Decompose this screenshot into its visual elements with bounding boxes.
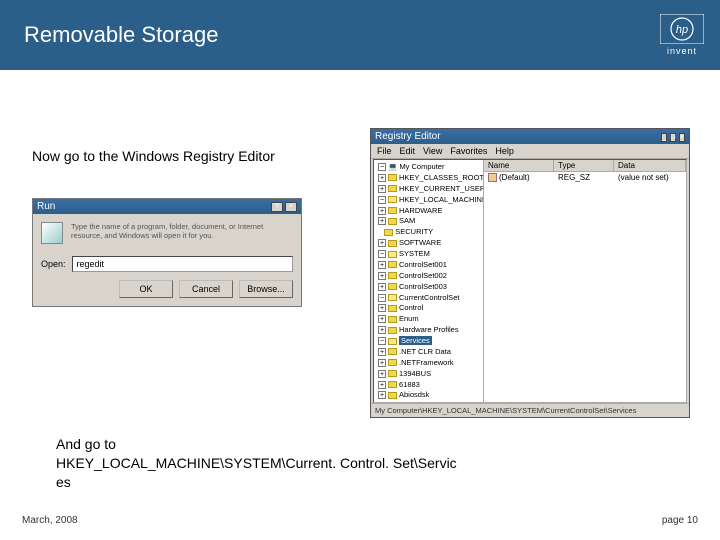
string-value-icon: [488, 173, 497, 182]
col-name[interactable]: Name: [484, 160, 554, 171]
menu-view[interactable]: View: [423, 146, 442, 156]
run-titlebar: Run ? ×: [33, 199, 301, 214]
browse-button[interactable]: Browse...: [239, 280, 293, 298]
ok-button[interactable]: OK: [119, 280, 173, 298]
open-label: Open:: [41, 259, 66, 269]
footer-date: March, 2008: [22, 515, 78, 526]
path-instruction: And go to HKEY_LOCAL_MACHINE\SYSTEM\Curr…: [56, 435, 457, 492]
maximize-button[interactable]: □: [670, 133, 676, 142]
run-description: Type the name of a program, folder, docu…: [71, 222, 293, 244]
run-dialog: Run ? × Type the name of a program, fold…: [32, 198, 302, 307]
col-type[interactable]: Type: [554, 160, 614, 171]
slide-header: Removable Storage hp invent: [0, 0, 720, 70]
list-header: Name Type Data: [484, 160, 686, 172]
registry-editor-window: Registry Editor _ □ × File Edit View Fav…: [370, 128, 690, 418]
hp-logo-icon: hp: [660, 14, 704, 44]
run-icon: [41, 222, 63, 244]
open-input[interactable]: regedit: [72, 256, 293, 272]
close-button[interactable]: ×: [679, 133, 685, 142]
registry-menubar: File Edit View Favorites Help: [371, 144, 689, 159]
help-button[interactable]: ?: [271, 202, 283, 212]
menu-help[interactable]: Help: [495, 146, 514, 156]
list-row[interactable]: (Default) REG_SZ (value not set): [484, 172, 686, 183]
hp-logo: hp invent: [660, 14, 704, 56]
registry-statusbar: My Computer\HKEY_LOCAL_MACHINE\SYSTEM\Cu…: [371, 403, 689, 417]
menu-file[interactable]: File: [377, 146, 392, 156]
close-button[interactable]: ×: [285, 202, 297, 212]
hp-invent-label: invent: [667, 46, 697, 56]
svg-text:hp: hp: [676, 24, 688, 36]
intro-text: Now go to the Windows Registry Editor: [32, 148, 275, 164]
menu-favorites[interactable]: Favorites: [450, 146, 487, 156]
col-data[interactable]: Data: [614, 160, 686, 171]
minimize-button[interactable]: _: [661, 133, 667, 142]
registry-titlebar: Registry Editor _ □ ×: [371, 129, 689, 144]
registry-tree[interactable]: −💻 My Computer +HKEY_CLASSES_ROOT +HKEY_…: [374, 160, 484, 402]
cancel-button[interactable]: Cancel: [179, 280, 233, 298]
run-title: Run: [37, 201, 55, 212]
footer-page: page 10: [662, 515, 698, 526]
slide-title: Removable Storage: [24, 22, 218, 48]
registry-value-list[interactable]: Name Type Data (Default) REG_SZ (value n…: [484, 160, 686, 402]
menu-edit[interactable]: Edit: [400, 146, 416, 156]
registry-title: Registry Editor: [375, 131, 441, 142]
